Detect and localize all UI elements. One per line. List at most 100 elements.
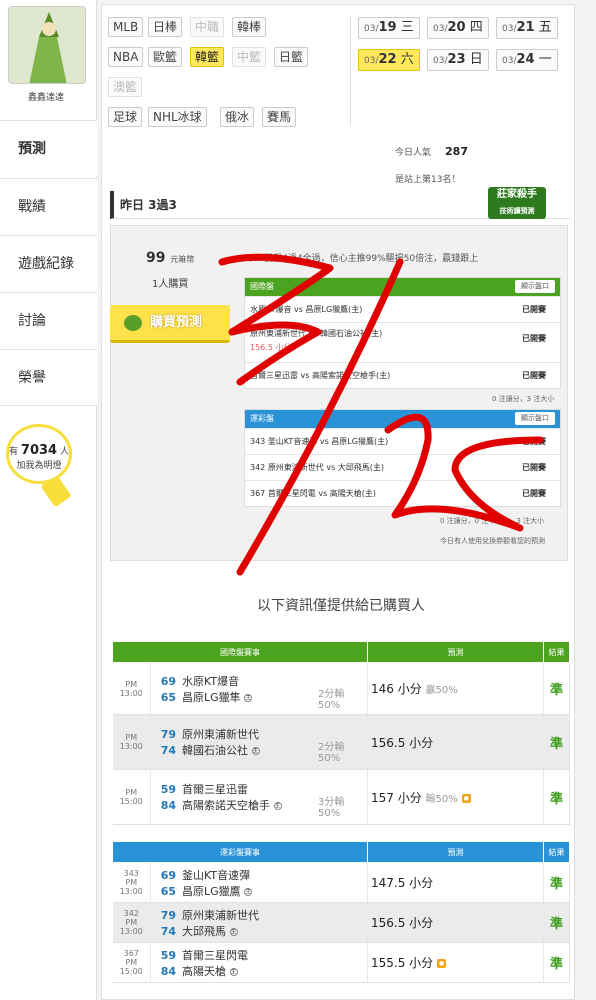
team-away: 原州東浦新世代 (182, 728, 259, 741)
match-cell: 59 首爾三星迅雷 84 高陽索諾天空槍手 主 3分輸 50% (150, 769, 368, 825)
match-text: 首爾三星迅雷 vs 高陽索諾天空槍手(主) (250, 371, 391, 380)
prediction-note: 贏50% (425, 685, 458, 696)
sport-tag-nhl[interactable]: NHL冰球 (148, 107, 207, 127)
sport-tag-horse-racing[interactable]: 賽馬 (262, 107, 297, 127)
sport-tag-cpbl[interactable]: 中職 (190, 17, 225, 37)
popularity-label: 今日人氣 (395, 148, 432, 158)
spread-text: 2分輸 (318, 688, 345, 700)
prediction-cell: 146 小分 贏50% (367, 662, 544, 715)
promo-description: 3/17雙盤4過4全過，信心主推99%驅揚50倍注，贏錢跟上 (244, 254, 479, 264)
date-0321[interactable]: 03/21 五 (496, 17, 558, 39)
match-text: 水原KT爆音 vs 昌原LG獵鷹(主) (250, 305, 363, 314)
lottery-preview-table: 運彩盤 顯示盤口 343 釜山KT音速彈 vs 昌原LG獵鷹(主) 已開賽 342 … (244, 409, 561, 507)
match-status: 已開賽 (522, 463, 546, 472)
team-away: 水原KT爆音 (182, 674, 240, 688)
home-mark-icon: 主 (229, 967, 238, 976)
nav-record[interactable]: 戰績 (0, 178, 97, 235)
home-mark-icon: 主 (273, 802, 282, 810)
sport-tag-jp-baseball[interactable]: 日棒 (148, 17, 183, 37)
result-cell: 準 (543, 714, 570, 770)
sport-tag-eu-basketball[interactable]: 歐籃 (148, 47, 183, 67)
match-text: 367 首爾三星閃電 vs 高陽天槍(主) (250, 489, 377, 498)
match-cell: 69 釜山KT音速彈 65 昌原LG獵鷹 主 (150, 862, 368, 903)
game-number: 342 (123, 909, 139, 918)
intl-preview-title: 國際盤 (250, 282, 274, 291)
price-value: 99 (146, 250, 166, 266)
buyer-count: 1人購買 (152, 279, 189, 290)
follow-lightbulb-button[interactable]: 有 7034 人 加我為明燈 (6, 424, 72, 484)
spread-pct: 50% (318, 699, 341, 711)
lottery-preview-footer: 0 注讓分，0 注不讓分，3 注大小 (440, 517, 545, 525)
game-time-cell: 367 PM 15:00 (112, 942, 151, 983)
main-content: MLB 日棒 中職 韓棒 NBA 歐籃 韓籃 中籃 日籃 澳籃 足球 NHL冰球… (97, 0, 596, 1000)
team-away: 釜山KT音速彈 (182, 868, 251, 882)
result-cell: 準 (543, 662, 570, 715)
game-time: PM 13:00 (119, 918, 143, 936)
date-0323[interactable]: 03/23 日 (427, 49, 489, 71)
sport-tag-soccer[interactable]: 足球 (108, 107, 143, 127)
score-home: 74 (160, 744, 176, 757)
home-mark-icon: 主 (244, 693, 253, 702)
killer-badge: 莊家殺手 技術讀預測 (488, 187, 546, 219)
date-0319[interactable]: 03/19 三 (358, 17, 420, 39)
score-home: 65 (160, 884, 176, 898)
score-away: 79 (160, 908, 176, 922)
score-away: 69 (160, 868, 176, 882)
match-cell: 69 水原KT爆音 65 昌原LG獵隼 主 2分輸 50% (150, 662, 368, 715)
intl-preview-header: 國際盤 顯示盤口 (245, 278, 560, 296)
match-text: 原州東浦新世代 vs 韓國石油公社(主) (250, 329, 383, 338)
prediction-cell: 156.5 小分 (367, 714, 544, 770)
show-odds-button[interactable]: 顯示盤口 (515, 280, 555, 293)
sport-tag-nba[interactable]: NBA (108, 47, 144, 67)
date-day: 22 (378, 52, 397, 67)
nav-discussion[interactable]: 討論 (0, 292, 97, 349)
prediction-note: 輸50% (425, 793, 458, 805)
lottery-result-table: 運彩盤賽事 預測 結果 343 PM 13:00 69 釜山KT音速彈 65 昌原LG… (112, 841, 570, 983)
sport-tag-jp-basketball[interactable]: 日籃 (274, 47, 309, 67)
score-home: 84 (160, 799, 176, 812)
sport-tag-kr-baseball[interactable]: 韓棒 (232, 17, 267, 37)
nav-game-history[interactable]: 遊戲紀錄 (0, 235, 97, 292)
date-0320[interactable]: 03/20 四 (427, 17, 489, 39)
prediction-value: 156.5 小分 (371, 735, 434, 750)
home-mark-icon: 主 (229, 927, 238, 936)
game-time-cell: 343 PM 13:00 (112, 862, 151, 903)
spread-text: 3分輸 (318, 797, 345, 808)
sport-tag-kr-basketball[interactable]: 韓籃 (190, 47, 225, 67)
price: 99 元嘛幣 (146, 250, 194, 266)
game-time: PM 15:00 (112, 769, 151, 825)
sport-tag-au-basketball[interactable]: 澳籃 (108, 77, 143, 97)
spread: 2分輸 50% (318, 738, 344, 764)
sport-tag-cn-basketball[interactable]: 中籃 (232, 47, 267, 67)
prediction-value: 155.5 小分 (371, 956, 434, 970)
list-item: 343 釜山KT音速彈 vs 昌原LG獵鷹(主) 已開賽 (245, 428, 560, 454)
score-away: 59 (160, 783, 176, 796)
hot-badge-icon: ● (461, 793, 471, 803)
nav-honor[interactable]: 榮譽 (0, 349, 97, 406)
prediction-value: 147.5 小分 (367, 862, 544, 903)
team-away: 首爾三星迅雷 (182, 783, 248, 796)
date-0324[interactable]: 03/24 一 (496, 49, 558, 71)
avatar[interactable] (8, 6, 86, 84)
team-home: 昌原LG獵隼 (182, 690, 241, 704)
date-0322[interactable]: 03/22 六 (358, 49, 420, 71)
result-cell: 準 (543, 862, 570, 903)
buy-prediction-button[interactable]: 購買預測 (110, 305, 230, 343)
redeem-note: 今日有人使用兌換券觀看您的預測 (440, 537, 545, 545)
match-cell: 79 原州東浦新世代 74 大邱飛馬 主 (150, 902, 368, 943)
table-row: 342 PM 13:00 79 原州東浦新世代 74 大邱飛馬 主 156.5 小分 … (112, 902, 570, 943)
match-cell: 79 原州東浦新世代 74 韓國石油公社 主 2分輸 50% (150, 714, 368, 770)
date-month: 03/ (502, 24, 517, 34)
date-month: 03/ (433, 56, 448, 66)
sport-tag-ru-hockey[interactable]: 俄冰 (220, 107, 255, 127)
team-home: 大邱飛馬 (182, 924, 226, 938)
date-weekday: 六 (400, 52, 414, 67)
avatar-image (9, 7, 85, 83)
show-odds-button[interactable]: 顯示盤口 (515, 412, 555, 425)
team-home: 高陽索諾天空槍手 (182, 799, 270, 812)
nav-predict[interactable]: 預測 (0, 120, 97, 177)
prediction-cell: 157 小分 輸50% ● (367, 769, 544, 825)
sport-tag-mlb[interactable]: MLB (108, 17, 144, 37)
lottery-preview-title: 運彩盤 (250, 414, 274, 423)
match-cell: 59 首爾三星閃電 84 高陽天槍 主 (150, 942, 368, 983)
